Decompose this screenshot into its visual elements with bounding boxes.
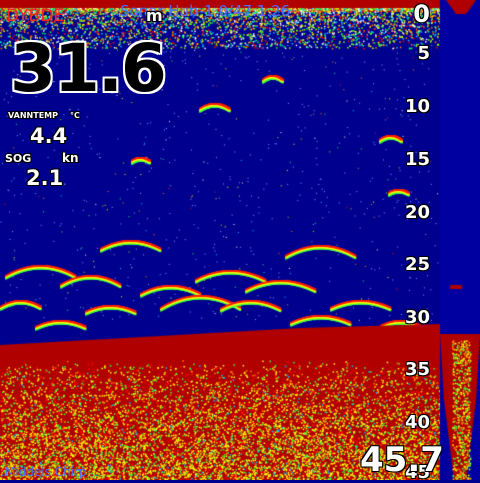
depth-tick: 25 (404, 254, 430, 275)
range-bottom-value: 45.7 (360, 440, 444, 480)
depth-tick: 35 (404, 359, 430, 380)
depth-tick: 20 (404, 202, 430, 223)
depth-tick: 5 (417, 43, 430, 64)
water-temp-unit: °C (70, 111, 80, 120)
depth-label: DYBDE (6, 6, 65, 26)
depth-tick: 15 (404, 149, 430, 170)
sog-unit: kn (62, 151, 79, 165)
sog-label: SOG (5, 152, 32, 165)
depth-tick: 0 (413, 0, 430, 28)
water-temp-value: 4.4 (30, 124, 68, 148)
depth-tick: 30 (404, 307, 430, 328)
chirp-mode-label[interactable]: Middels Chirp (5, 465, 87, 479)
sog-value: 2.1 (26, 166, 64, 190)
depth-unit: m (146, 6, 163, 25)
depth-tick: 40 (404, 412, 430, 433)
water-temp-label: VANNTEMP (8, 111, 58, 120)
depth-tick: 10 (404, 96, 430, 117)
depth-value: 31.6 (10, 30, 167, 107)
